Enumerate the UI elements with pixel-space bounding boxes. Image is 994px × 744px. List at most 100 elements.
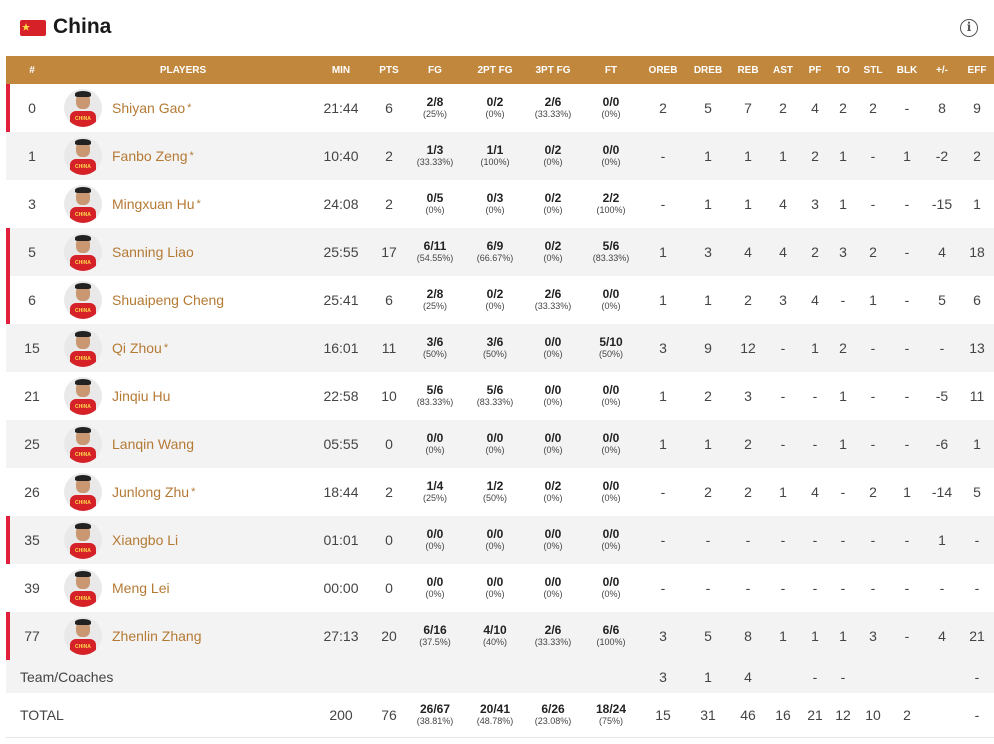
column-header[interactable]: FT xyxy=(582,56,640,84)
stat-stl-cell: 3 xyxy=(856,612,890,660)
player-star-marker: * xyxy=(187,102,192,114)
column-header[interactable]: MIN xyxy=(308,56,374,84)
two-pt-cell: 4/10 (40%) xyxy=(466,612,524,660)
player-avatar[interactable]: CHINA xyxy=(64,329,102,367)
stat-ast-cell: - xyxy=(766,420,800,468)
table-row[interactable]: 21 CHINA Jinqiu Hu 22:58 10 5/6 (83.33%) 5/6 (83… xyxy=(6,372,994,420)
stat-oreb-cell: 3 xyxy=(640,660,686,693)
points: 0 xyxy=(385,580,393,596)
player-avatar[interactable]: CHINA xyxy=(64,185,102,223)
column-header[interactable]: REB xyxy=(730,56,766,84)
player-name-link[interactable]: Sanning Liao xyxy=(112,244,194,260)
two-pt-cell: 0/0 (0%) xyxy=(466,564,524,612)
stat-oreb-cell: 1 xyxy=(640,372,686,420)
table-row[interactable]: 0 CHINA Shiyan Gao * 21:44 6 2/8 (25%) 0/2 (0%) 2/… xyxy=(6,84,994,132)
points: 76 xyxy=(381,706,397,723)
player-avatar[interactable]: CHINA xyxy=(64,521,102,559)
player-avatar[interactable]: CHINA xyxy=(64,137,102,175)
stat-blk: - xyxy=(904,628,910,644)
player-name-link[interactable]: Fanbo Zeng xyxy=(112,148,188,164)
two-pt-cell: 0/2 (0%) xyxy=(466,84,524,132)
column-header[interactable]: 3PT FG xyxy=(524,56,582,84)
stat-eff-cell: - xyxy=(960,564,994,612)
stat-dreb-cell: - xyxy=(686,516,730,564)
table-row[interactable]: 15 CHINA Qi Zhou * 16:01 11 3/6 (50%) 3/6 (50%) 0/… xyxy=(6,324,994,372)
player-avatar[interactable]: CHINA xyxy=(64,473,102,511)
table-row[interactable]: 25 CHINA Lanqin Wang 05:55 0 0/0 (0%) 0/0 (0%) 0/… xyxy=(6,420,994,468)
three-pt-pct: (33.33%) xyxy=(534,301,572,311)
fg-pct: (54.55%) xyxy=(416,253,454,263)
player-star-marker: * xyxy=(189,150,194,162)
stat-pf: 1 xyxy=(811,628,819,644)
stat-pm: 4 xyxy=(938,244,946,260)
points-cell: 17 xyxy=(374,228,404,276)
column-header[interactable]: EFF xyxy=(960,56,994,84)
table-row[interactable]: 6 CHINA Shuaipeng Cheng 25:41 6 2/8 (25%) 0/2 (0… xyxy=(6,276,994,324)
fg-cell: 6/16 (37.5%) xyxy=(404,612,466,660)
column-header[interactable]: PLAYERS xyxy=(58,56,308,84)
fg-cell: 1/4 (25%) xyxy=(404,468,466,516)
two-pt-cell: 6/9 (66.67%) xyxy=(466,228,524,276)
table-row[interactable]: 3 CHINA Mingxuan Hu * 24:08 2 0/5 (0%) 0/3 (0%) 0/… xyxy=(6,180,994,228)
column-header[interactable]: 2PT FG xyxy=(466,56,524,84)
three-pt-pct: (23.08%) xyxy=(534,715,572,726)
player-star-marker: * xyxy=(191,486,196,498)
player-name-link[interactable]: Shiyan Gao xyxy=(112,100,185,116)
column-header[interactable]: AST xyxy=(766,56,800,84)
player-name-link[interactable]: Shuaipeng Cheng xyxy=(112,292,224,308)
jersey-number-cell: 77 xyxy=(6,612,58,660)
column-header[interactable]: +/- xyxy=(924,56,960,84)
column-header[interactable]: OREB xyxy=(640,56,686,84)
player-avatar[interactable]: CHINA xyxy=(64,89,102,127)
player-name-link[interactable]: Mingxuan Hu xyxy=(112,196,195,212)
player-avatar[interactable]: CHINA xyxy=(64,377,102,415)
stat-to-cell: 1 xyxy=(830,180,856,228)
table-row[interactable]: 1 CHINA Fanbo Zeng * 10:40 2 1/3 (33.33%) 1/1 (10… xyxy=(6,132,994,180)
player-avatar[interactable]: CHINA xyxy=(64,617,102,655)
player-avatar[interactable]: CHINA xyxy=(64,233,102,271)
table-row[interactable]: 35 CHINA Xiangbo Li 01:01 0 0/0 (0%) 0/0 (0%) 0/0… xyxy=(6,516,994,564)
column-header[interactable]: STL xyxy=(856,56,890,84)
player-avatar[interactable]: CHINA xyxy=(64,425,102,463)
fg-pct: (37.5%) xyxy=(419,637,451,647)
player-name-link[interactable]: Junlong Zhu xyxy=(112,484,189,500)
column-header[interactable]: FG xyxy=(404,56,466,84)
column-header[interactable]: PTS xyxy=(374,56,404,84)
player-name-link[interactable]: Meng Lei xyxy=(112,580,170,596)
three-pt-pct: (33.33%) xyxy=(534,109,572,119)
stat-reb: 46 xyxy=(740,706,756,723)
stat-pf-cell: - xyxy=(800,564,830,612)
player-avatar[interactable]: CHINA xyxy=(64,569,102,607)
table-row[interactable]: 77 CHINA Zhenlin Zhang 27:13 20 6/16 (37.5%) 4/… xyxy=(6,612,994,660)
minutes: 00:00 xyxy=(323,580,359,596)
info-icon[interactable]: i xyxy=(960,19,978,37)
player-name-link[interactable]: Qi Zhou xyxy=(112,340,162,356)
column-header[interactable]: DREB xyxy=(686,56,730,84)
fg-made: 2/8 xyxy=(426,95,444,109)
player-name-link[interactable]: Jinqiu Hu xyxy=(112,388,170,404)
column-header[interactable]: TO xyxy=(830,56,856,84)
player-name-link[interactable]: Lanqin Wang xyxy=(112,436,194,452)
player-name-link[interactable]: Xiangbo Li xyxy=(112,532,178,548)
stat-eff-cell: 6 xyxy=(960,276,994,324)
stat-pm-cell: -15 xyxy=(924,180,960,228)
column-header[interactable]: PF xyxy=(800,56,830,84)
fg-made: 0/0 xyxy=(426,527,444,541)
minutes: 24:08 xyxy=(323,196,359,212)
column-header[interactable]: BLK xyxy=(890,56,924,84)
player-cell: CHINA Fanbo Zeng * xyxy=(58,132,308,180)
player-avatar[interactable]: CHINA xyxy=(64,281,102,319)
stat-reb: 1 xyxy=(744,196,752,212)
table-row[interactable]: 39 CHINA Meng Lei 00:00 0 0/0 (0%) 0/0 (0%) 0/0 (0… xyxy=(6,564,994,612)
player-name-link[interactable]: Zhenlin Zhang xyxy=(112,628,202,644)
table-row[interactable]: 26 CHINA Junlong Zhu * 18:44 2 1/4 (25%) 1/2 (50%… xyxy=(6,468,994,516)
three-pt-cell: 0/0 (0%) xyxy=(524,420,582,468)
stat-pm: -5 xyxy=(935,388,949,404)
stat-ast-cell: 3 xyxy=(766,276,800,324)
fg-pct: (38.81%) xyxy=(416,715,454,726)
jersey-number: 35 xyxy=(24,532,40,548)
total-row-label: TOTAL xyxy=(20,706,64,723)
stat-pm: -2 xyxy=(935,148,949,164)
column-header[interactable]: # xyxy=(6,56,58,84)
table-row[interactable]: 5 CHINA Sanning Liao 25:55 17 6/11 (54.55%) 6/9… xyxy=(6,228,994,276)
